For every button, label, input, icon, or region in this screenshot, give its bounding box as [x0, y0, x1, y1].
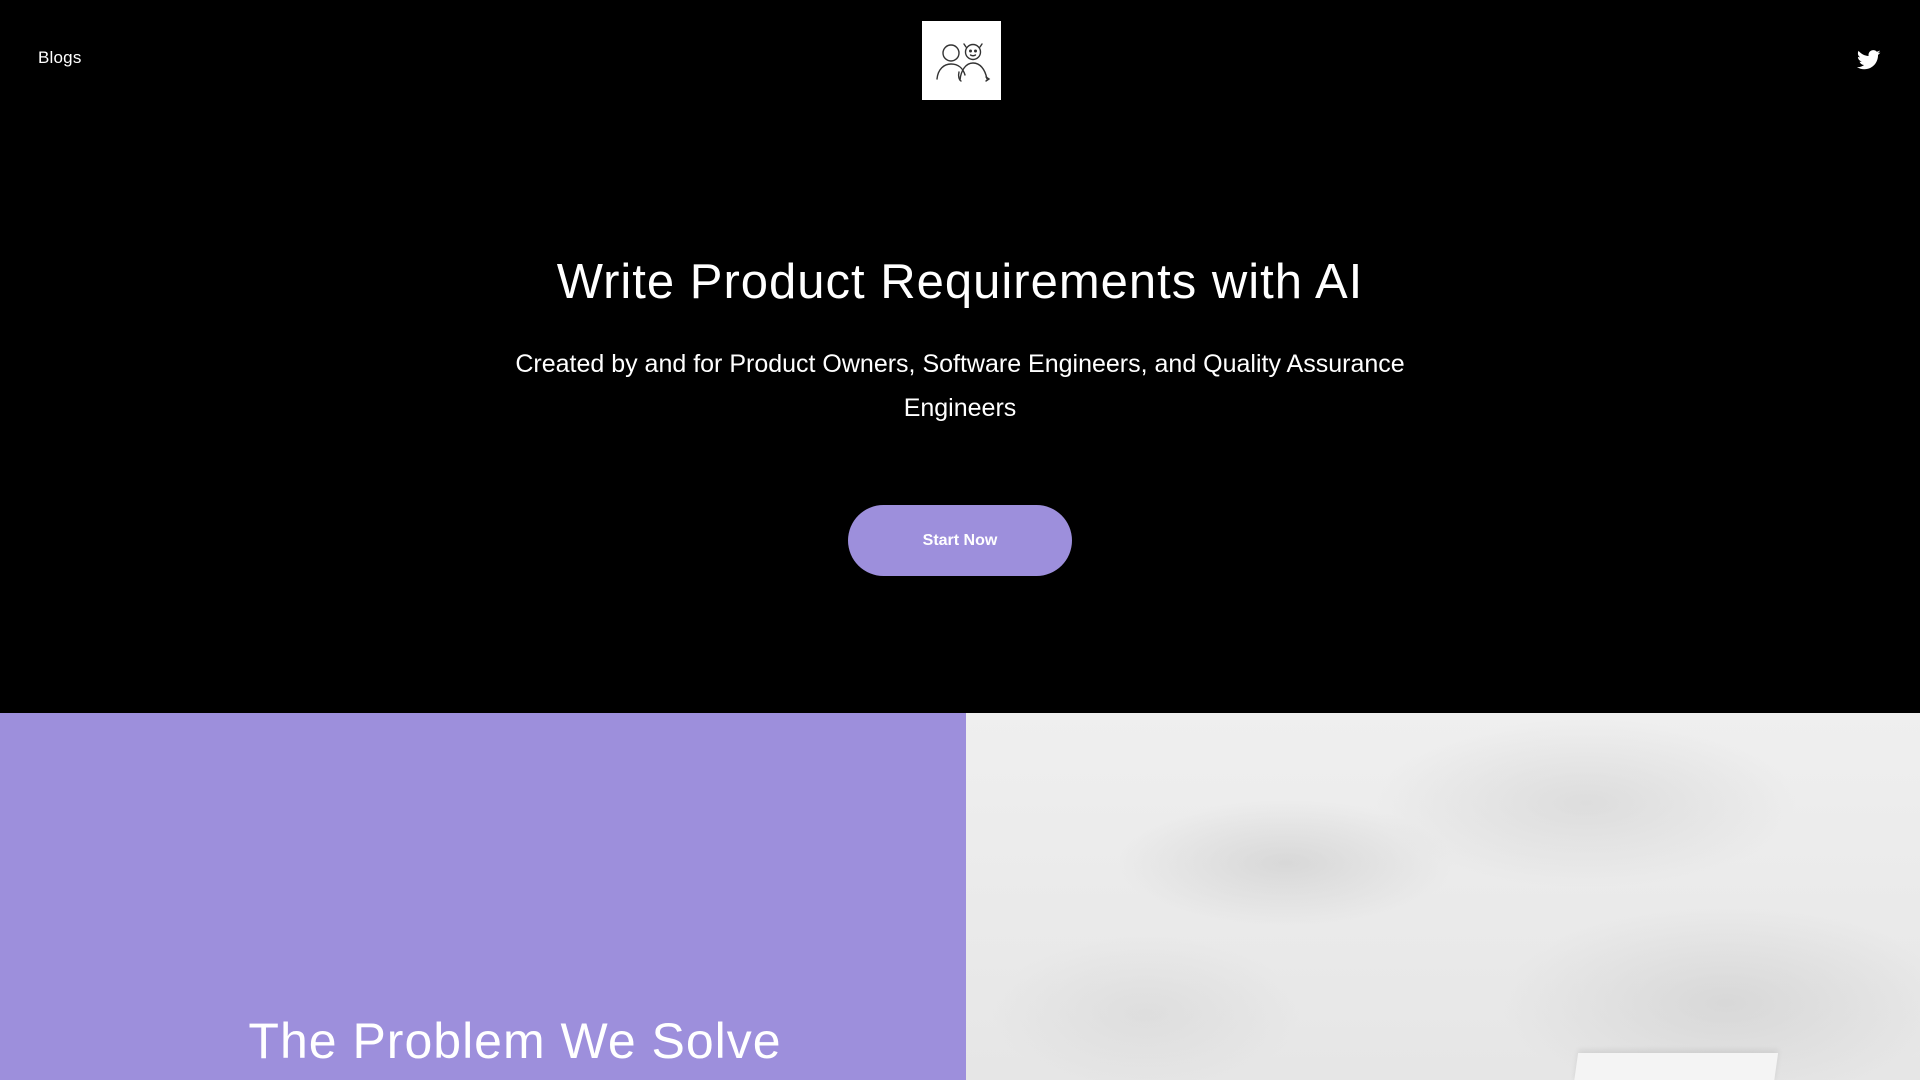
hero-title: Write Product Requirements with AI [556, 255, 1364, 309]
landing-page: Blogs Write Product Requirements with AI… [0, 0, 1920, 1080]
problem-title: The Problem We Solve [248, 1013, 782, 1069]
nav-link-blogs[interactable]: Blogs [38, 48, 82, 68]
start-now-button[interactable]: Start Now [848, 505, 1072, 576]
site-header: Blogs [0, 0, 1920, 120]
paper-stack-edge [1573, 1053, 1779, 1080]
hero-subtitle: Created by and for Product Owners, Softw… [515, 350, 1405, 422]
people-sketch-logo-icon [935, 42, 990, 82]
hero-section: Write Product Requirements with AI Creat… [0, 120, 1920, 713]
twitter-link[interactable] [1856, 49, 1881, 71]
twitter-icon [1856, 50, 1881, 70]
site-logo[interactable] [922, 21, 1001, 100]
paper-background-image [966, 713, 1920, 1080]
problem-section: The Problem We Solve [0, 713, 966, 1080]
